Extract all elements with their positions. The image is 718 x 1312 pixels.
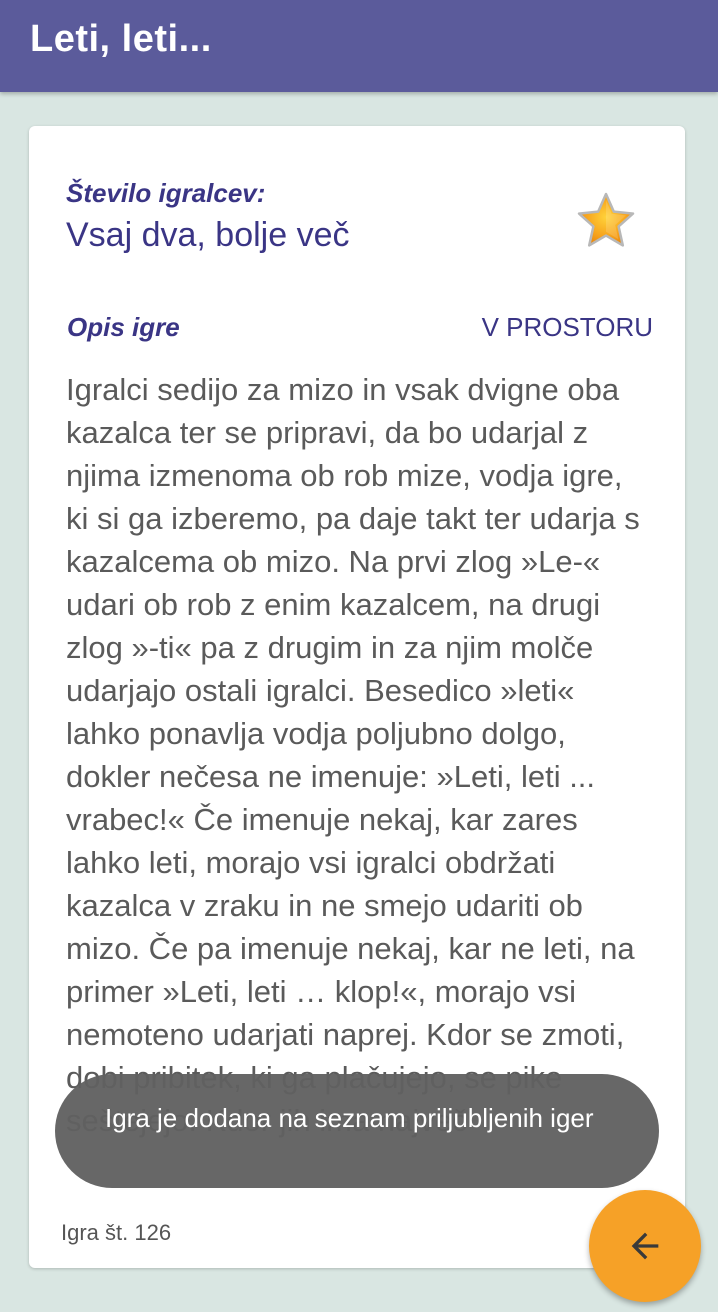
arrow-left-icon	[631, 1232, 659, 1260]
location-label: V PROSTORU	[481, 312, 653, 342]
favorite-button[interactable]	[575, 190, 637, 252]
app-bar: Leti, leti...	[0, 0, 718, 92]
game-description: Igralci sedijo za mizo in vsak dvigne ob…	[66, 372, 640, 1138]
app-title: Leti, leti...	[30, 18, 212, 60]
description-label: Opis igre	[67, 312, 180, 342]
toast-message: Igra je dodana na seznam priljubljenih i…	[55, 1074, 659, 1188]
players-value: Vsaj dva, bolje več	[66, 216, 350, 254]
star-icon	[577, 192, 635, 247]
game-number: Igra št. 126	[61, 1220, 172, 1245]
back-button[interactable]	[589, 1190, 701, 1302]
players-label: Število igralcev:	[66, 178, 266, 208]
